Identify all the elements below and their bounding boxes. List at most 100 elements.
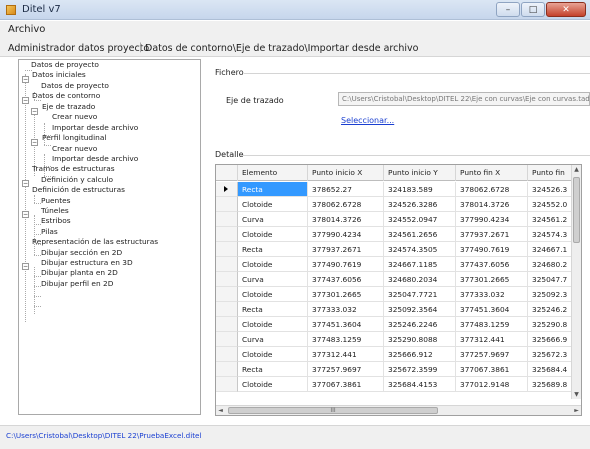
- eje-trazado-path-field[interactable]: C:\Users\Cristobal\Desktop\DITEL 22\Eje …: [338, 92, 590, 106]
- cell-elemento[interactable]: Recta: [238, 242, 308, 257]
- cell-elemento[interactable]: Clotoide: [238, 317, 308, 332]
- cell-punto-fin-x[interactable]: 377990.4234: [456, 212, 528, 227]
- cell-punto-inicio-x[interactable]: 377067.3861: [308, 377, 384, 392]
- collapse-toggle[interactable]: −: [22, 263, 29, 270]
- cell-punto-inicio-x[interactable]: 377333.032: [308, 302, 384, 317]
- cell-elemento[interactable]: Clotoide: [238, 287, 308, 302]
- scroll-right-arrow-icon[interactable]: ►: [572, 406, 581, 415]
- cell-punto-inicio-y[interactable]: 324667.1185: [384, 257, 456, 272]
- cell-punto-inicio-x[interactable]: 377483.1259: [308, 332, 384, 347]
- cell-punto-inicio-y[interactable]: 324561.2656: [384, 227, 456, 242]
- cell-elemento[interactable]: Recta: [238, 362, 308, 377]
- minimize-button[interactable]: –: [496, 2, 520, 17]
- cell-punto-inicio-y[interactable]: 325047.7721: [384, 287, 456, 302]
- cell-punto-fin-x[interactable]: 377257.9697: [456, 347, 528, 362]
- row-header[interactable]: [216, 347, 238, 362]
- row-header[interactable]: [216, 182, 238, 197]
- row-header[interactable]: [216, 272, 238, 287]
- cell-elemento[interactable]: Curva: [238, 212, 308, 227]
- cell-punto-fin-x[interactable]: 377333.032: [456, 287, 528, 302]
- cell-punto-fin[interactable]: 325047.7: [528, 272, 573, 287]
- menu-archivo[interactable]: Archivo: [8, 24, 45, 35]
- cell-elemento[interactable]: Clotoide: [238, 377, 308, 392]
- row-header[interactable]: [216, 242, 238, 257]
- cell-punto-inicio-x[interactable]: 377937.2671: [308, 242, 384, 257]
- cell-elemento[interactable]: Clotoide: [238, 197, 308, 212]
- cell-punto-inicio-y[interactable]: 325684.4153: [384, 377, 456, 392]
- cell-punto-fin[interactable]: 324561.2: [528, 212, 573, 227]
- scroll-down-arrow-icon[interactable]: ▼: [573, 390, 580, 399]
- cell-punto-fin-x[interactable]: 377301.2665: [456, 272, 528, 287]
- scroll-left-arrow-icon[interactable]: ◄: [216, 406, 225, 415]
- cell-elemento[interactable]: Clotoide: [238, 227, 308, 242]
- tree-item-perfil-longitudinal[interactable]: Perfil longitudinal: [42, 133, 106, 143]
- cell-elemento[interactable]: Curva: [238, 332, 308, 347]
- cell-elemento[interactable]: Recta: [238, 302, 308, 317]
- cell-punto-fin[interactable]: 325246.2: [528, 302, 573, 317]
- tree-item-datos-iniciales[interactable]: Datos iniciales: [32, 70, 86, 80]
- cell-punto-fin-x[interactable]: 378014.3726: [456, 197, 528, 212]
- cell-punto-inicio-y[interactable]: 324680.2034: [384, 272, 456, 287]
- cell-punto-fin-x[interactable]: 377437.6056: [456, 257, 528, 272]
- cell-punto-fin[interactable]: 324680.2: [528, 257, 573, 272]
- cell-punto-fin-x[interactable]: 377483.1259: [456, 317, 528, 332]
- cell-punto-inicio-x[interactable]: 377490.7619: [308, 257, 384, 272]
- tree-item-dibujar-seccion-2d[interactable]: Dibujar sección en 2D: [41, 248, 122, 258]
- cell-punto-fin-x[interactable]: 378062.6728: [456, 182, 528, 197]
- tree-item-datos-proyecto-sub[interactable]: Datos de proyecto: [41, 81, 109, 91]
- row-header[interactable]: [216, 377, 238, 392]
- cell-punto-fin[interactable]: 325092.3: [528, 287, 573, 302]
- cell-punto-inicio-x[interactable]: 377437.6056: [308, 272, 384, 287]
- cell-punto-fin[interactable]: 325666.9: [528, 332, 573, 347]
- row-header[interactable]: [216, 287, 238, 302]
- row-header[interactable]: [216, 257, 238, 272]
- grid-horizontal-scrollbar[interactable]: ◄ III ►: [216, 405, 581, 415]
- cell-punto-inicio-x[interactable]: 378062.6728: [308, 197, 384, 212]
- tree-item-crear-nuevo-eje[interactable]: Crear nuevo: [52, 112, 97, 122]
- horizontal-scroll-thumb[interactable]: III: [228, 407, 438, 414]
- cell-punto-inicio-x[interactable]: 377312.441: [308, 347, 384, 362]
- tree-item-datos-contorno[interactable]: Datos de contorno: [32, 91, 100, 101]
- cell-punto-fin-x[interactable]: 377937.2671: [456, 227, 528, 242]
- tree-item-tuneles[interactable]: Túneles: [41, 206, 69, 216]
- cell-punto-inicio-x[interactable]: 377451.3604: [308, 317, 384, 332]
- cell-punto-inicio-y[interactable]: 325290.8088: [384, 332, 456, 347]
- column-header-punto-fin[interactable]: Punto fin: [528, 165, 573, 181]
- maximize-button[interactable]: □: [521, 2, 545, 17]
- cell-punto-inicio-x[interactable]: 377257.9697: [308, 362, 384, 377]
- cell-punto-fin[interactable]: 324526.3: [528, 182, 573, 197]
- tree-item-eje-trazado[interactable]: Eje de trazado: [42, 102, 95, 112]
- column-header-punto-inicio-x[interactable]: Punto inicio X: [308, 165, 384, 181]
- tree-item-representacion[interactable]: Representación de las estructuras: [32, 237, 158, 247]
- tree-item-crear-nuevo-perfil[interactable]: Crear nuevo: [52, 144, 97, 154]
- tree-item-pilas[interactable]: Pilas: [41, 227, 58, 237]
- cell-punto-inicio-y[interactable]: 325246.2246: [384, 317, 456, 332]
- tree-item-datos-proyecto[interactable]: Datos de proyecto: [31, 60, 99, 70]
- tree-item-dibujar-perfil-2d[interactable]: Dibujar perfil en 2D: [41, 279, 113, 289]
- cell-punto-fin-x[interactable]: 377012.9148: [456, 377, 528, 392]
- row-header[interactable]: [216, 212, 238, 227]
- cell-punto-fin[interactable]: 324667.1: [528, 242, 573, 257]
- grid-vertical-scrollbar[interactable]: ▲ ▼: [571, 165, 581, 399]
- tree-item-definicion-estructuras[interactable]: Definición de estructuras: [32, 185, 125, 195]
- cell-punto-inicio-y[interactable]: 324526.3286: [384, 197, 456, 212]
- seleccionar-link[interactable]: Seleccionar...: [341, 116, 394, 125]
- cell-punto-fin-x[interactable]: 377312.441: [456, 332, 528, 347]
- cell-punto-inicio-x[interactable]: 377301.2665: [308, 287, 384, 302]
- cell-punto-fin[interactable]: 324574.3: [528, 227, 573, 242]
- cell-punto-fin-x[interactable]: 377067.3861: [456, 362, 528, 377]
- row-header[interactable]: [216, 362, 238, 377]
- cell-punto-inicio-x[interactable]: 377990.4234: [308, 227, 384, 242]
- cell-punto-inicio-x[interactable]: 378014.3726: [308, 212, 384, 227]
- close-button[interactable]: ✕: [546, 2, 586, 17]
- breadcrumb-current[interactable]: Datos de contorno\Eje de trazado\Importa…: [145, 43, 418, 54]
- cell-punto-inicio-x[interactable]: 378652.27: [308, 182, 384, 197]
- tree-item-importar-perfil[interactable]: Importar desde archivo: [52, 154, 138, 164]
- cell-elemento[interactable]: Recta: [238, 182, 308, 197]
- collapse-toggle[interactable]: −: [31, 108, 38, 115]
- cell-punto-fin[interactable]: 325684.4: [528, 362, 573, 377]
- cell-punto-fin[interactable]: 325672.3: [528, 347, 573, 362]
- row-header[interactable]: [216, 332, 238, 347]
- breadcrumb-admin[interactable]: Administrador datos proyecto: [8, 43, 149, 54]
- tree-item-estribos[interactable]: Estribos: [41, 216, 71, 226]
